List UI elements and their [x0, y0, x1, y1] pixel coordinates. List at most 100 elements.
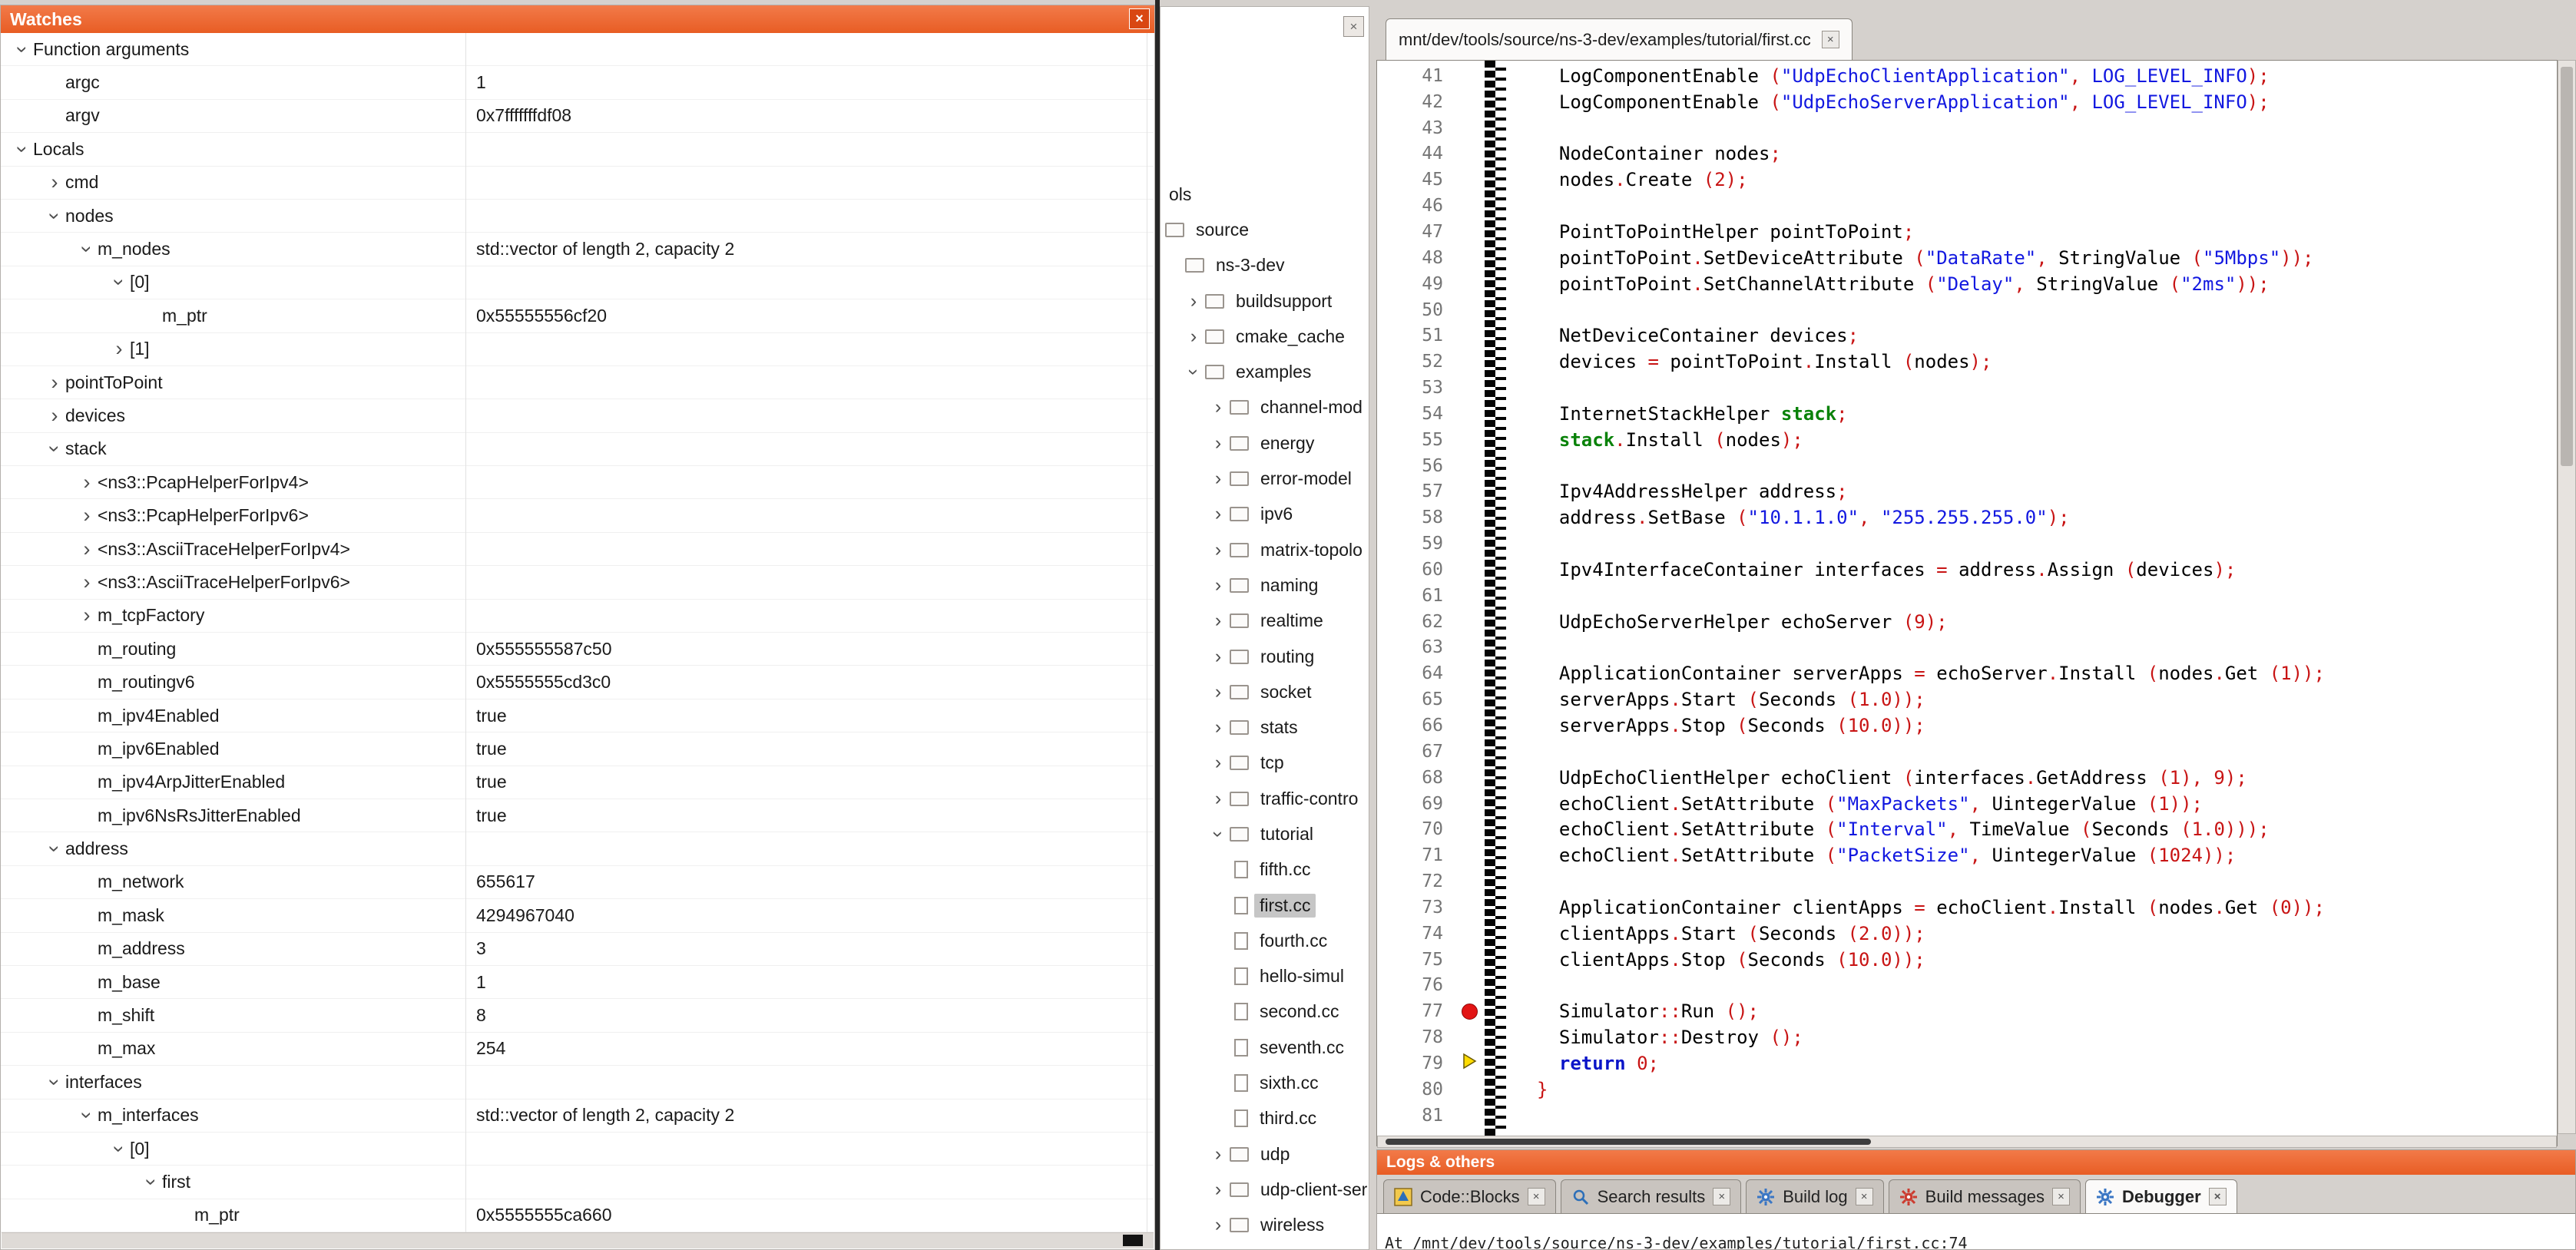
tree-item[interactable]: second.cc [1161, 994, 1369, 1030]
horizontal-scrollbar[interactable] [2, 1232, 1154, 1248]
expander-icon[interactable]: › [12, 39, 33, 60]
expander-icon[interactable]: › [76, 472, 98, 493]
tree-item[interactable]: ›tutorial [1161, 816, 1369, 852]
watch-row[interactable]: ›Function arguments [1, 33, 1154, 66]
watch-row[interactable]: ›<ns3::AsciiTraceHelperForIpv4> [1, 533, 1154, 566]
line-number[interactable]: 72 [1377, 871, 1454, 891]
tree-item[interactable]: ›wireless [1161, 1208, 1369, 1243]
expander-icon[interactable]: › [109, 1139, 130, 1159]
watch-row[interactable]: m_ptr0x55555556cf20 [1, 299, 1154, 332]
watch-row[interactable]: m_routing0x555555587c50 [1, 633, 1154, 666]
tree-item[interactable]: ›matrix-topolo [1161, 532, 1369, 567]
watch-row[interactable]: ›nodes [1, 200, 1154, 233]
tree-item[interactable]: ›examples [1161, 354, 1369, 389]
line-number[interactable]: 79 [1377, 1053, 1454, 1073]
expander-icon[interactable]: › [45, 438, 65, 459]
watch-row[interactable]: ›address [1, 832, 1154, 865]
expander-icon[interactable]: › [1209, 824, 1228, 844]
expander-icon[interactable]: › [76, 505, 98, 526]
editor-horizontal-scrollbar[interactable] [1377, 1136, 2557, 1148]
log-tab-code-blocks[interactable]: Code::Blocks× [1383, 1179, 1556, 1213]
watch-row[interactable]: argv0x7fffffffdf08 [1, 100, 1154, 133]
watch-row[interactable]: m_ipv4ArpJitterEnabledtrue [1, 766, 1154, 799]
line-number[interactable]: 61 [1377, 586, 1454, 606]
expander-icon[interactable]: › [1208, 647, 1228, 666]
breakpoint-icon[interactable] [1462, 1004, 1478, 1020]
expander-icon[interactable]: › [1208, 753, 1228, 772]
tree-item[interactable]: fourth.cc [1161, 923, 1369, 958]
expander-icon[interactable]: › [1208, 611, 1228, 630]
tree-item[interactable]: ›buildsupport [1161, 283, 1369, 319]
close-icon[interactable]: × [1528, 1188, 1545, 1205]
tree-item[interactable]: hello-simul [1161, 959, 1369, 994]
expander-icon[interactable]: › [1208, 1180, 1228, 1199]
watch-row[interactable]: ›[0] [1, 1133, 1154, 1166]
tree-item[interactable]: ols [1161, 177, 1369, 212]
expander-icon[interactable]: › [1208, 434, 1228, 453]
tree-item[interactable]: ›naming [1161, 567, 1369, 603]
breakpoint-gutter[interactable] [1454, 1053, 1485, 1074]
line-number[interactable]: 47 [1377, 222, 1454, 242]
close-icon[interactable]: × [1713, 1188, 1730, 1205]
line-number[interactable]: 48 [1377, 248, 1454, 268]
tree-item[interactable]: ›socket [1161, 674, 1369, 709]
line-number[interactable]: 65 [1377, 689, 1454, 709]
expander-icon[interactable]: › [109, 272, 130, 293]
watch-row[interactable]: ›Locals [1, 133, 1154, 166]
line-number[interactable]: 77 [1377, 1001, 1454, 1021]
expander-icon[interactable]: › [1208, 718, 1228, 737]
watch-row[interactable]: ›m_interfacesstd::vector of length 2, ca… [1, 1100, 1154, 1133]
watch-row[interactable]: ›devices [1, 399, 1154, 432]
line-number[interactable]: 45 [1377, 170, 1454, 190]
expander-icon[interactable]: › [44, 172, 65, 193]
line-number[interactable]: 67 [1377, 742, 1454, 762]
line-number[interactable]: 41 [1377, 66, 1454, 86]
close-icon[interactable]: × [1129, 8, 1150, 29]
watch-row[interactable]: ›cmd [1, 167, 1154, 200]
watch-row[interactable]: m_ipv4Enabledtrue [1, 699, 1154, 732]
watch-row[interactable]: m_ipv6NsRsJitterEnabledtrue [1, 799, 1154, 832]
line-number[interactable]: 70 [1377, 819, 1454, 839]
line-number[interactable]: 66 [1377, 716, 1454, 736]
expander-icon[interactable]: › [141, 1172, 162, 1192]
tree-item[interactable]: third.cc [1161, 1101, 1369, 1136]
watch-row[interactable]: ›m_tcpFactory [1, 600, 1154, 633]
watch-row[interactable]: ›[0] [1, 266, 1154, 299]
expander-icon[interactable]: › [45, 206, 65, 227]
line-number[interactable]: 81 [1377, 1106, 1454, 1126]
expander-icon[interactable]: › [108, 339, 130, 359]
expander-icon[interactable]: › [1208, 469, 1228, 488]
watch-row[interactable]: ›<ns3::AsciiTraceHelperForIpv6> [1, 566, 1154, 599]
expander-icon[interactable]: › [77, 1105, 98, 1126]
watch-row[interactable]: ›first [1, 1166, 1154, 1199]
line-number[interactable]: 46 [1377, 196, 1454, 216]
expander-icon[interactable]: › [76, 605, 98, 626]
line-number[interactable]: 62 [1377, 612, 1454, 632]
watch-row[interactable]: ›<ns3::PcapHelperForIpv6> [1, 499, 1154, 532]
line-number[interactable]: 52 [1377, 352, 1454, 372]
expander-icon[interactable]: › [1208, 504, 1228, 524]
line-number[interactable]: 74 [1377, 924, 1454, 944]
expander-icon[interactable]: › [44, 372, 65, 393]
tree-item[interactable]: ›traffic-contro [1161, 781, 1369, 816]
watches-titlebar[interactable]: Watches × [1, 5, 1154, 33]
expander-icon[interactable]: › [1208, 576, 1228, 595]
line-number[interactable]: 73 [1377, 898, 1454, 918]
close-icon[interactable]: × [1343, 16, 1364, 37]
tree-item[interactable]: ›ipv6 [1161, 497, 1369, 532]
close-icon[interactable]: × [1822, 31, 1839, 48]
scrollbar-thumb[interactable] [1386, 1139, 1871, 1145]
expander-icon[interactable]: › [1208, 789, 1228, 809]
breakpoint-gutter[interactable] [1454, 1004, 1485, 1020]
watch-row[interactable]: m_mask4294967040 [1, 899, 1154, 932]
line-number[interactable]: 80 [1377, 1080, 1454, 1100]
editor-vertical-scrollbar[interactable] [2558, 60, 2576, 1134]
tree-item[interactable]: ›channel-mod [1161, 390, 1369, 425]
watch-row[interactable]: ›m_nodesstd::vector of length 2, capacit… [1, 233, 1154, 266]
scrollbar-thumb[interactable] [1123, 1235, 1143, 1246]
expander-icon[interactable]: › [1184, 327, 1204, 346]
watch-row[interactable]: m_ptr0x5555555ca660 [1, 1199, 1154, 1232]
line-number[interactable]: 78 [1377, 1027, 1454, 1047]
log-tab-build-messages[interactable]: Build messages× [1889, 1179, 2081, 1213]
watch-row[interactable]: ›<ns3::PcapHelperForIpv4> [1, 466, 1154, 499]
